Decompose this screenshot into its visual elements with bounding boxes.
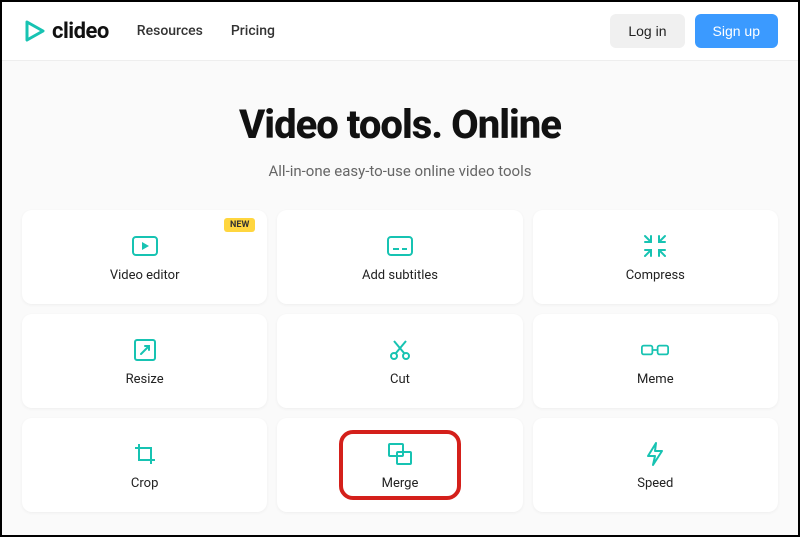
page-subtitle: All-in-one easy-to-use online video tool… bbox=[22, 162, 778, 180]
logo-icon bbox=[22, 19, 46, 43]
tool-label: Video editor bbox=[110, 268, 180, 283]
cut-icon bbox=[386, 336, 414, 364]
tool-label: Cut bbox=[390, 372, 410, 387]
header: clideo Resources Pricing Log in Sign up bbox=[2, 2, 798, 61]
merge-icon bbox=[386, 440, 414, 468]
tool-video-editor[interactable]: NEW Video editor bbox=[22, 210, 267, 304]
page-title: Video tools. Online bbox=[22, 101, 778, 148]
tool-label: Compress bbox=[626, 268, 685, 283]
tool-meme[interactable]: Meme bbox=[533, 314, 778, 408]
compress-icon bbox=[641, 232, 669, 260]
tool-label: Add subtitles bbox=[362, 268, 438, 283]
nav: Resources Pricing bbox=[137, 23, 275, 39]
subtitle-icon bbox=[386, 232, 414, 260]
speed-icon bbox=[641, 440, 669, 468]
tool-merge[interactable]: Merge bbox=[277, 418, 522, 512]
nav-pricing[interactable]: Pricing bbox=[231, 23, 275, 39]
brand-name: clideo bbox=[52, 19, 109, 44]
tool-label: Merge bbox=[382, 476, 419, 491]
tool-cut[interactable]: Cut bbox=[277, 314, 522, 408]
tool-compress[interactable]: Compress bbox=[533, 210, 778, 304]
hero: Video tools. Online All-in-one easy-to-u… bbox=[2, 61, 798, 210]
login-button[interactable]: Log in bbox=[610, 14, 684, 48]
resize-icon bbox=[131, 336, 159, 364]
tool-label: Speed bbox=[637, 476, 673, 491]
tool-add-subtitles[interactable]: Add subtitles bbox=[277, 210, 522, 304]
tools-grid: NEW Video editor Add subtitles Compress … bbox=[2, 210, 798, 532]
play-rect-icon bbox=[131, 232, 159, 260]
meme-icon bbox=[641, 336, 669, 364]
tool-label: Meme bbox=[637, 372, 674, 387]
crop-icon bbox=[131, 440, 159, 468]
logo[interactable]: clideo bbox=[22, 19, 109, 44]
tool-resize[interactable]: Resize bbox=[22, 314, 267, 408]
tool-label: Resize bbox=[126, 372, 164, 387]
tool-speed[interactable]: Speed bbox=[533, 418, 778, 512]
badge-new: NEW bbox=[224, 218, 255, 232]
nav-resources[interactable]: Resources bbox=[137, 23, 203, 39]
tool-label: Crop bbox=[131, 476, 158, 491]
tool-crop[interactable]: Crop bbox=[22, 418, 267, 512]
signup-button[interactable]: Sign up bbox=[695, 14, 778, 48]
